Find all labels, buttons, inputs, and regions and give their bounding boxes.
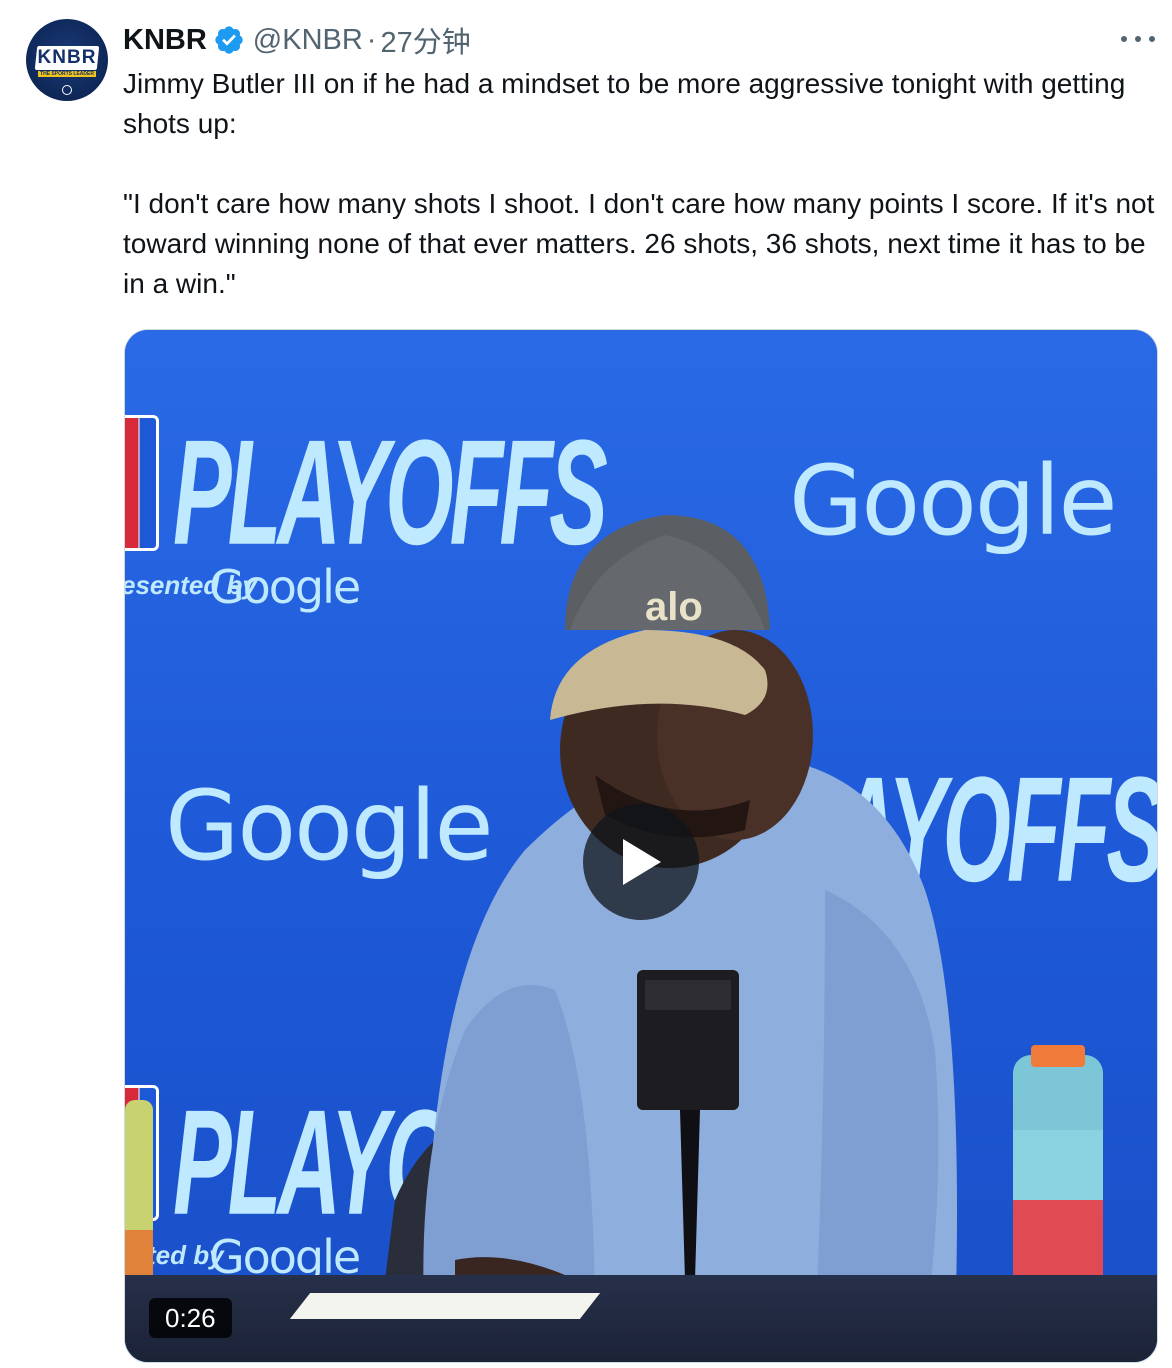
avatar-logo-mark <box>62 85 72 95</box>
author-avatar[interactable]: KNBR THE SPORTS LEADER <box>26 19 108 101</box>
author-handle[interactable]: @KNBR <box>253 24 363 57</box>
header-separator: · <box>366 23 377 56</box>
video-player[interactable]: PLAYOFFS esented by Google Google Google… <box>124 329 1158 1363</box>
more-dot <box>1149 36 1155 42</box>
more-dot <box>1135 36 1141 42</box>
more-horizontal-icon[interactable] <box>1121 28 1155 50</box>
cap-logo-text: alo <box>645 585 703 629</box>
play-icon <box>623 839 661 885</box>
avatar-logo-text: KNBR <box>37 47 97 68</box>
tweet-timestamp[interactable]: 27分钟 <box>380 19 470 61</box>
verified-badge-icon[interactable] <box>213 24 245 56</box>
table-paper <box>289 1293 601 1319</box>
author-display-name[interactable]: KNBR <box>123 24 207 57</box>
tweet-header: KNBR @KNBR · 27分钟 <box>123 20 471 60</box>
tweet-text: Jimmy Butler III on if he had a mindset … <box>123 64 1163 304</box>
play-button[interactable] <box>583 804 699 920</box>
press-table <box>125 1275 1157 1362</box>
tweet-text-quote: "I don't care how many shots I shoot. I … <box>123 188 1155 299</box>
tweet-card[interactable]: KNBR THE SPORTS LEADER KNBR @KNBR · 27分钟… <box>0 0 1172 1368</box>
video-duration-badge: 0:26 <box>149 1298 232 1338</box>
tweet-text-intro: Jimmy Butler III on if he had a mindset … <box>123 68 1126 139</box>
more-dot <box>1121 36 1127 42</box>
avatar-logo-tagline: THE SPORTS LEADER <box>40 71 94 77</box>
